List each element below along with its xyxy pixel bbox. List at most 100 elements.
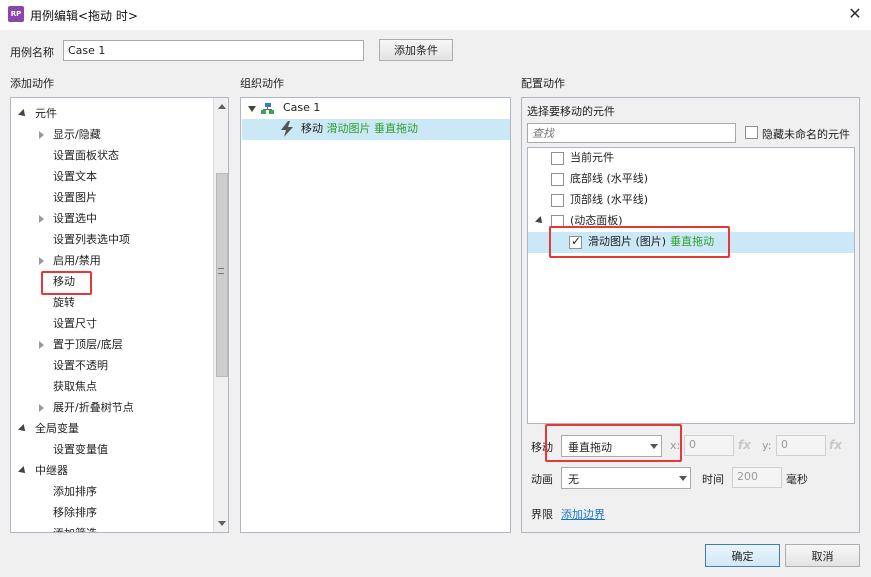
widget-list-item[interactable]: 顶部线 (水平线) (528, 190, 854, 211)
action-tree-item[interactable]: 添加筛选 (11, 524, 211, 532)
action-tree-item[interactable]: 添加排序 (11, 482, 211, 502)
y-fx-icon[interactable]: fx (829, 438, 842, 452)
expanded-triangle-icon[interactable] (535, 216, 545, 226)
add-actions-panel: 元件 显示/隐藏 设置面板状态 设置文本 设置图片 设置选中 设置列表选中项 启用/禁用 移动旋… (10, 97, 229, 533)
actions-scrollbar[interactable] (213, 98, 228, 532)
case-name-input[interactable] (63, 40, 364, 61)
case-tree-icon (261, 103, 275, 115)
time-label: 时间 (702, 473, 724, 486)
action-tree-item[interactable]: 设置列表选中项 (11, 230, 211, 250)
action-tree-label: 中继器 (35, 464, 68, 477)
action-target: 滑动图片 (326, 122, 371, 135)
widget-name: 当前元件 (570, 151, 614, 164)
scroll-thumb[interactable] (216, 173, 228, 377)
ok-button[interactable]: 确定 (705, 544, 780, 567)
action-tree-item[interactable]: 设置文本 (11, 167, 211, 187)
expanded-triangle-icon[interactable] (18, 466, 28, 476)
widget-list-item[interactable]: 底部线 (水平线) (528, 169, 854, 190)
axure-app-icon: RP (8, 6, 24, 22)
close-icon[interactable]: ✕ (846, 4, 864, 24)
action-tree-item[interactable]: 全局变量 (11, 419, 211, 439)
action-tree-item[interactable]: 展开/折叠树节点 (11, 398, 211, 418)
bounds-label: 界限 (531, 508, 553, 521)
scroll-down-icon[interactable] (218, 521, 226, 526)
configure-actions-header: 配置动作 (521, 77, 565, 90)
cancel-button[interactable]: 取消 (785, 544, 860, 567)
action-tree-item[interactable]: 中继器 (11, 461, 211, 481)
case-name-label: 用例名称 (10, 46, 54, 59)
action-tree-item[interactable]: 设置不透明 (11, 356, 211, 376)
window-title: 用例编辑<拖动 时> (30, 9, 138, 23)
action-tree-label: 展开/折叠树节点 (53, 401, 134, 414)
action-tree-label: 旋转 (53, 296, 75, 309)
widget-checkbox[interactable] (551, 194, 564, 207)
widget-search-input[interactable] (527, 123, 736, 143)
action-tree-item[interactable]: 启用/禁用 (11, 251, 211, 271)
action-tree-item[interactable]: 获取焦点 (11, 377, 211, 397)
action-tree-item[interactable]: 旋转 (11, 293, 211, 313)
add-condition-button[interactable]: 添加条件 (379, 39, 453, 61)
action-mode: 垂直拖动 (374, 122, 418, 135)
collapsed-triangle-icon[interactable] (39, 257, 44, 265)
action-tree-item[interactable]: 置于顶层/底层 (11, 335, 211, 355)
action-verb: 移动 (301, 122, 323, 135)
x-input[interactable]: 0 (684, 435, 734, 456)
action-tree-label: 设置图片 (53, 191, 97, 204)
widget-name: 顶部线 (水平线) (570, 193, 649, 206)
case-expand-icon[interactable] (248, 106, 256, 112)
action-tree-item[interactable]: 设置图片 (11, 188, 211, 208)
scroll-up-icon[interactable] (218, 104, 226, 109)
action-tree-label: 获取焦点 (53, 380, 97, 393)
widget-list-item[interactable]: 当前元件 (528, 148, 854, 169)
action-text: 移动 滑动图片 垂直拖动 (301, 119, 418, 139)
action-tree-label: 添加排序 (53, 485, 97, 498)
organize-actions-header: 组织动作 (240, 77, 284, 90)
y-input[interactable]: 0 (776, 435, 826, 456)
action-tree-label: 显示/隐藏 (53, 128, 101, 141)
action-tree-label: 设置不透明 (53, 359, 108, 372)
action-tree-label: 设置尺寸 (53, 317, 97, 330)
organize-actions-panel: Case 1 移动 滑动图片 垂直拖动 (240, 97, 511, 533)
collapsed-triangle-icon[interactable] (39, 404, 44, 412)
expanded-triangle-icon[interactable] (18, 424, 28, 434)
add-actions-header: 添加动作 (10, 77, 54, 90)
grip-icon (218, 268, 224, 274)
hide-unnamed-label: 隐藏未命名的元件 (762, 128, 850, 141)
action-tree-label: 添加筛选 (53, 524, 97, 532)
collapsed-triangle-icon[interactable] (39, 215, 44, 223)
action-tree-label: 启用/禁用 (53, 254, 101, 267)
select-widget-label: 选择要移动的元件 (527, 105, 615, 118)
action-tree-item[interactable]: 设置选中 (11, 209, 211, 229)
action-tree-label: 置于顶层/底层 (53, 338, 123, 351)
add-bounds-link[interactable]: 添加边界 (561, 506, 605, 522)
action-tree-label: 设置面板状态 (53, 149, 119, 162)
lightning-icon (281, 121, 293, 137)
hide-unnamed-checkbox[interactable] (745, 126, 758, 139)
widget-checkbox[interactable] (551, 173, 564, 186)
action-tree-label: 设置选中 (53, 212, 97, 225)
action-tree-label: 元件 (35, 107, 57, 120)
action-tree-item[interactable]: 设置面板状态 (11, 146, 211, 166)
move-type-annotation-box (545, 424, 682, 462)
selected-widget-annotation-box (549, 226, 730, 258)
collapsed-triangle-icon[interactable] (39, 341, 44, 349)
action-row[interactable]: 移动 滑动图片 垂直拖动 (242, 119, 510, 140)
y-label: y: (762, 439, 772, 452)
time-unit-label: 毫秒 (786, 473, 808, 486)
case-item[interactable]: Case 1 (283, 98, 320, 118)
widget-checkbox[interactable] (551, 152, 564, 165)
collapsed-triangle-icon[interactable] (39, 131, 44, 139)
x-fx-icon[interactable]: fx (738, 438, 751, 452)
action-tree-item[interactable]: 设置变量值 (11, 440, 211, 460)
expanded-triangle-icon[interactable] (18, 109, 28, 119)
action-tree-item[interactable]: 元件 (11, 104, 211, 124)
action-tree-item[interactable]: 移除排序 (11, 503, 211, 523)
animate-value: 无 (568, 473, 579, 486)
time-input[interactable]: 200 (732, 467, 782, 488)
action-tree-item[interactable]: 显示/隐藏 (11, 125, 211, 145)
chevron-down-icon (679, 476, 687, 481)
action-tree-label: 设置变量值 (53, 443, 108, 456)
action-tree-label: 设置列表选中项 (53, 233, 130, 246)
action-tree-item[interactable]: 设置尺寸 (11, 314, 211, 334)
animate-select[interactable]: 无 (561, 467, 691, 489)
